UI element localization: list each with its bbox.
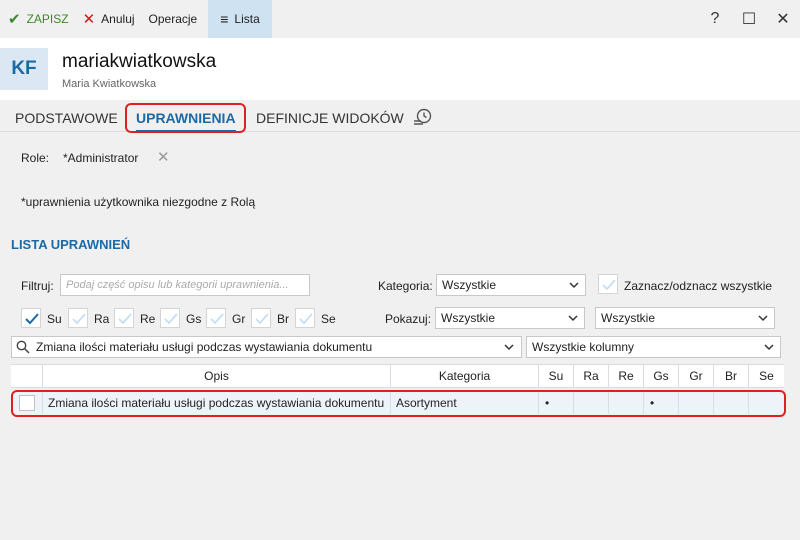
col-su[interactable]: Su <box>538 365 573 388</box>
tab-bar: PODSTAWOWE UPRAWNIENIA DEFINICJE WIDOKÓW <box>0 100 800 132</box>
table-header: Opis Kategoria Su Ra Re Gs Gr Br Se <box>11 364 784 388</box>
check-icon <box>72 313 86 325</box>
search-select[interactable]: Zmiana ilości materiału usługi podczas w… <box>11 336 522 358</box>
perm-re-label: Re <box>140 312 156 326</box>
save-label: ZAPISZ <box>26 12 69 26</box>
columns-select[interactable]: Wszystkie kolumny <box>526 336 781 358</box>
checkmark-icon: ✔ <box>8 10 21 28</box>
cell-se[interactable] <box>748 392 784 414</box>
section-title: LISTA UPRAWNIEŃ <box>11 237 131 252</box>
perm-re-checkbox[interactable] <box>114 308 134 328</box>
category-label: Kategoria: <box>378 279 433 293</box>
row-checkbox[interactable] <box>19 395 35 411</box>
user-login: mariakwiatkowska <box>62 51 217 72</box>
col-re[interactable]: Re <box>608 365 643 388</box>
cell-su[interactable]: • <box>538 392 573 414</box>
close-window-button[interactable]: ✕ <box>766 0 800 38</box>
col-gr[interactable]: Gr <box>678 365 713 388</box>
cell-gr[interactable] <box>678 392 713 414</box>
show-value-2: Wszystkie <box>601 311 655 325</box>
check-icon <box>164 313 178 325</box>
toggle-all-checkbox[interactable] <box>598 274 618 294</box>
perm-gr-label: Gr <box>232 312 246 326</box>
perm-se-label: Se <box>321 312 336 326</box>
perm-su-label: Su <box>47 312 62 326</box>
list-button[interactable]: ≡ Lista <box>208 0 272 38</box>
filter-input[interactable] <box>60 274 310 296</box>
search-icon <box>16 340 30 354</box>
avatar: KF <box>0 48 48 90</box>
close-icon: ✕ <box>82 10 96 28</box>
cell-kategoria: Asortyment <box>390 392 538 414</box>
cell-re[interactable] <box>608 392 643 414</box>
tab-definicje-widokow[interactable]: DEFINICJE WIDOKÓW <box>256 100 404 132</box>
tab-podstawowe[interactable]: PODSTAWOWE <box>15 100 118 132</box>
window-controls: ? ☐ ✕ <box>698 0 800 38</box>
table-row[interactable]: Zmiana ilości materiału usługi podczas w… <box>11 392 784 414</box>
chevron-down-icon <box>568 315 578 322</box>
col-gs[interactable]: Gs <box>643 365 678 388</box>
show-select[interactable]: Wszystkie <box>435 307 585 329</box>
role-label: Role: <box>21 151 50 165</box>
col-br[interactable]: Br <box>713 365 748 388</box>
show-select-2[interactable]: Wszystkie <box>595 307 775 329</box>
category-value: Wszystkie <box>442 278 496 292</box>
filter-label: Filtruj: <box>21 279 54 293</box>
cancel-button[interactable]: ✕ Anuluj <box>76 0 142 38</box>
perm-ra-label: Ra <box>94 312 110 326</box>
cell-ra[interactable] <box>573 392 608 414</box>
check-icon <box>118 313 132 325</box>
perm-br-checkbox[interactable] <box>251 308 271 328</box>
col-kategoria[interactable]: Kategoria <box>390 365 538 388</box>
category-select[interactable]: Wszystkie <box>436 274 586 296</box>
mismatch-note: *uprawnienia użytkownika niezgodne z Rol… <box>21 195 256 209</box>
list-label: Lista <box>234 12 260 26</box>
perm-gr-checkbox[interactable] <box>206 308 226 328</box>
perm-ra-checkbox[interactable] <box>68 308 88 328</box>
search-value: Zmiana ilości materiału usługi podczas w… <box>36 340 373 354</box>
col-ra[interactable]: Ra <box>573 365 608 388</box>
check-icon <box>255 313 269 325</box>
cancel-label: Anuluj <box>101 12 135 26</box>
check-icon <box>210 313 224 325</box>
cell-br[interactable] <box>713 392 748 414</box>
toolbar: ✔ ZAPISZ ✕ Anuluj Operacje ≡ Lista <box>0 0 800 38</box>
chevron-down-icon <box>504 344 514 351</box>
menu-icon: ≡ <box>220 11 229 27</box>
perm-br-label: Br <box>277 312 289 326</box>
role-value: *Administrator <box>63 151 139 165</box>
cell-gs[interactable]: • <box>643 392 678 414</box>
check-icon <box>602 279 616 291</box>
cell-opis: Zmiana ilości materiału usługi podczas w… <box>42 392 390 414</box>
perm-se-checkbox[interactable] <box>295 308 315 328</box>
tab-uprawnienia[interactable]: UPRAWNIENIA <box>136 100 236 132</box>
perm-su-checkbox[interactable] <box>21 308 41 328</box>
chevron-down-icon <box>764 344 774 351</box>
chevron-down-icon <box>758 315 768 322</box>
toggle-all-label: Zaznacz/odznacz wszystkie <box>624 279 773 293</box>
history-icon[interactable] <box>413 107 433 127</box>
chevron-down-icon <box>569 282 579 289</box>
perm-gs-checkbox[interactable] <box>160 308 180 328</box>
check-icon <box>25 313 39 325</box>
operations-button[interactable]: Operacje <box>142 0 205 38</box>
maximize-button[interactable]: ☐ <box>732 0 766 38</box>
clear-role-icon[interactable]: ✕ <box>157 148 170 166</box>
show-value: Wszystkie <box>441 311 495 325</box>
check-icon <box>299 313 313 325</box>
user-full-name: Maria Kwiatkowska <box>62 78 157 90</box>
show-label: Pokazuj: <box>385 312 432 326</box>
col-opis[interactable]: Opis <box>42 365 390 388</box>
save-button[interactable]: ✔ ZAPISZ <box>0 0 76 38</box>
perm-gs-label: Gs <box>186 312 202 326</box>
operations-label: Operacje <box>148 12 198 26</box>
user-header: KF mariakwiatkowska Maria Kwiatkowska <box>0 38 800 100</box>
col-se[interactable]: Se <box>748 365 784 388</box>
help-button[interactable]: ? <box>698 0 732 38</box>
columns-value: Wszystkie kolumny <box>532 340 635 354</box>
